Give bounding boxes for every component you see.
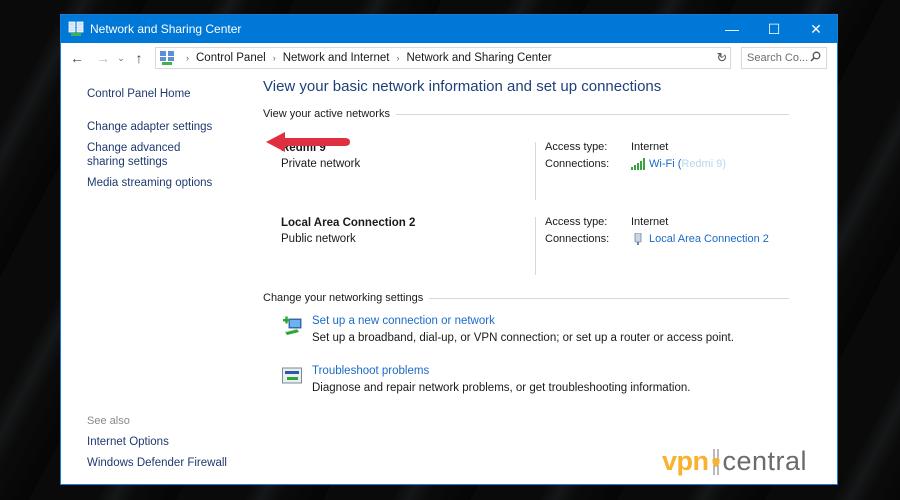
- setup-new-connection-link[interactable]: Set up a new connection or network: [312, 315, 734, 327]
- address-bar: ← → ⌄ ↑ › Control Panel › Network and In…: [61, 43, 837, 73]
- see-also-header: See also: [87, 415, 130, 427]
- breadcrumb-control-panel[interactable]: Control Panel: [196, 52, 266, 64]
- forward-button[interactable]: →: [92, 47, 114, 69]
- minimize-button[interactable]: —: [711, 15, 753, 43]
- logo-vpn-text: vpn: [662, 446, 709, 476]
- see-also-internet-options[interactable]: Internet Options: [87, 435, 227, 449]
- shield-icon: [712, 448, 720, 475]
- vpncentral-logo: vpn central: [662, 448, 807, 475]
- title-bar[interactable]: Network and Sharing Center — ☐ ✕: [61, 15, 837, 43]
- network-local-area-connection-2: Local Area Connection 2 Public network: [281, 217, 415, 245]
- access-type-label: Access type:: [545, 140, 608, 153]
- wifi-connection-ssid[interactable]: Redmi 9): [681, 158, 726, 170]
- divider: [535, 217, 536, 275]
- change-settings-header: Change your networking settings: [263, 292, 789, 304]
- refresh-button[interactable]: ↻: [711, 47, 733, 69]
- search-input[interactable]: [747, 52, 809, 64]
- sidebar-item-media-streaming[interactable]: Media streaming options: [87, 176, 237, 190]
- sidebar-item-change-advanced-sharing[interactable]: Change advanced sharing settings: [87, 141, 219, 169]
- network-name: Local Area Connection 2: [281, 217, 416, 229]
- back-button[interactable]: ←: [66, 47, 88, 69]
- wifi-connection-link[interactable]: Wi-Fi (Redmi 9): [649, 158, 726, 170]
- divider: [535, 142, 536, 200]
- see-also-windows-defender-firewall[interactable]: Windows Defender Firewall: [87, 456, 227, 470]
- search-box[interactable]: [741, 47, 827, 69]
- network-center-icon: [68, 21, 84, 36]
- task-description: Diagnose and repair network problems, or…: [312, 382, 691, 394]
- breadcrumb-separator[interactable]: ›: [273, 53, 276, 63]
- network-info-redmi-9: Access type: Internet Connections: Wi-Fi…: [545, 138, 726, 172]
- close-button[interactable]: ✕: [795, 15, 837, 43]
- connections-label: Connections:: [545, 232, 610, 245]
- breadcrumb-separator[interactable]: ›: [396, 53, 399, 63]
- network-type-link[interactable]: Public network: [281, 233, 415, 245]
- ethernet-connection-link[interactable]: Local Area Connection 2: [649, 233, 769, 245]
- control-panel-icon: [160, 51, 174, 65]
- connections-label: Connections:: [545, 157, 610, 170]
- wifi-connection-label[interactable]: Wi-Fi (: [649, 158, 681, 170]
- breadcrumb-network-internet[interactable]: Network and Internet: [283, 52, 390, 64]
- divider: [395, 113, 789, 115]
- network-sharing-center-window: Network and Sharing Center — ☐ ✕ ← → ⌄ ↑…: [60, 14, 838, 485]
- active-networks-header: View your active networks: [263, 108, 789, 120]
- recent-locations-button[interactable]: ⌄: [114, 47, 128, 69]
- breadcrumb-separator[interactable]: ›: [186, 53, 189, 63]
- divider: [429, 297, 789, 299]
- access-type-value: Internet: [631, 215, 669, 228]
- window-title: Network and Sharing Center: [90, 22, 242, 36]
- sidebar: Control Panel Home Change adapter settin…: [87, 87, 237, 190]
- access-type-value: Internet: [631, 140, 669, 153]
- sidebar-item-control-panel-home[interactable]: Control Panel Home: [87, 87, 237, 101]
- breadcrumb[interactable]: › Control Panel › Network and Internet ›…: [155, 47, 731, 69]
- change-settings-header-label: Change your networking settings: [263, 292, 424, 304]
- task-troubleshoot: Troubleshoot problems Diagnose and repai…: [281, 365, 690, 394]
- logo-central-text: central: [722, 446, 808, 476]
- new-connection-icon: [283, 316, 302, 335]
- up-button[interactable]: ↑: [128, 47, 150, 69]
- active-networks-header-label: View your active networks: [263, 108, 390, 120]
- network-info-local-area-connection-2: Access type: Internet Connections: Local…: [545, 213, 769, 247]
- troubleshoot-icon: [282, 367, 302, 384]
- wifi-signal-icon: [631, 157, 645, 170]
- see-also-section: See also Internet Options Windows Defend…: [87, 415, 227, 470]
- troubleshoot-problems-link[interactable]: Troubleshoot problems: [312, 365, 690, 377]
- network-type-link[interactable]: Private network: [281, 158, 360, 170]
- maximize-button[interactable]: ☐: [753, 15, 795, 43]
- task-new-connection: Set up a new connection or network Set u…: [281, 315, 734, 344]
- task-description: Set up a broadband, dial-up, or VPN conn…: [312, 332, 734, 344]
- access-type-label: Access type:: [545, 215, 608, 228]
- breadcrumb-network-sharing-center[interactable]: Network and Sharing Center: [406, 52, 551, 64]
- page-title: View your basic network information and …: [263, 78, 662, 95]
- search-icon[interactable]: [810, 51, 821, 65]
- sidebar-item-change-adapter-settings[interactable]: Change adapter settings: [87, 120, 237, 134]
- annotation-arrow: [266, 132, 350, 152]
- ethernet-adapter-icon: [634, 232, 642, 245]
